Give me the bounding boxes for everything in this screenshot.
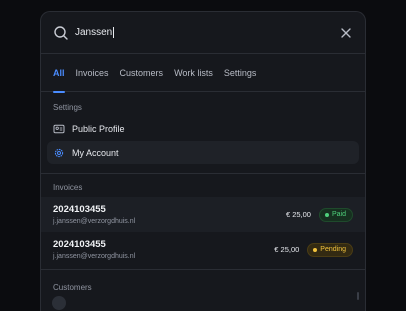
invoice-meta: € 25,00 Paid	[285, 207, 353, 222]
invoice-amount: € 25,00	[285, 210, 311, 219]
filter-tabs: All Invoices Customers Work lists Settin…	[41, 54, 365, 93]
result-my-account[interactable]: My Account	[47, 141, 359, 164]
search-input-value: Janssen	[75, 27, 113, 39]
result-label: My Account	[72, 147, 119, 158]
search-dialog: Janssen All Invoices Customers Work list…	[40, 11, 366, 311]
text-caret	[113, 26, 115, 38]
result-label: Public Profile	[72, 123, 125, 134]
status-badge-paid: Paid	[318, 207, 353, 222]
invoice-results: Invoices 2024103455 j.janssen@verzorgdhu…	[41, 174, 365, 267]
status-label: Paid	[331, 211, 346, 218]
status-badge-pending: Pending	[307, 242, 353, 257]
avatar	[52, 296, 66, 310]
customer-results: Customers	[41, 270, 365, 294]
invoice-meta: € 25,00 Pending	[274, 242, 353, 257]
settings-heading: Settings	[53, 103, 82, 112]
invoice-row[interactable]: 2024103455 j.janssen@verzorgdhuis.nl € 2…	[41, 232, 365, 267]
invoice-row[interactable]: 2024103455 j.janssen@verzorgdhuis.nl € 2…	[41, 197, 365, 232]
close-icon[interactable]	[339, 26, 353, 40]
invoice-number: 2024103455	[53, 204, 106, 215]
settings-results: Settings Public Profile My Account	[41, 92, 365, 164]
id-card-icon	[53, 124, 65, 133]
invoices-heading: Invoices	[53, 183, 83, 192]
tab-customers[interactable]: Customers	[120, 54, 164, 92]
invoice-number: 2024103455	[53, 239, 106, 250]
search-input[interactable]: Janssen	[75, 26, 339, 39]
search-icon	[54, 25, 68, 40]
invoice-info: 2024103455 j.janssen@verzorgdhuis.nl	[53, 204, 135, 225]
status-dot	[313, 247, 318, 252]
tab-settings[interactable]: Settings	[224, 54, 257, 92]
invoice-email: j.janssen@verzorgdhuis.nl	[53, 253, 136, 260]
tab-all[interactable]: All	[53, 54, 65, 93]
result-public-profile[interactable]: Public Profile	[47, 117, 359, 140]
tab-invoices[interactable]: Invoices	[76, 54, 109, 92]
tab-work-lists[interactable]: Work lists	[174, 54, 213, 92]
settings-gear-icon	[54, 148, 64, 157]
invoice-info: 2024103455 j.janssen@verzorgdhuis.nl	[53, 239, 135, 260]
status-dot	[324, 212, 329, 217]
invoice-email: j.janssen@verzorgdhuis.nl	[53, 218, 136, 225]
scrollbar-thumb[interactable]	[357, 292, 359, 300]
invoice-amount: € 25,00	[274, 245, 300, 254]
status-label: Pending	[320, 246, 346, 253]
customers-heading: Customers	[53, 283, 92, 292]
search-bar: Janssen	[41, 12, 365, 54]
